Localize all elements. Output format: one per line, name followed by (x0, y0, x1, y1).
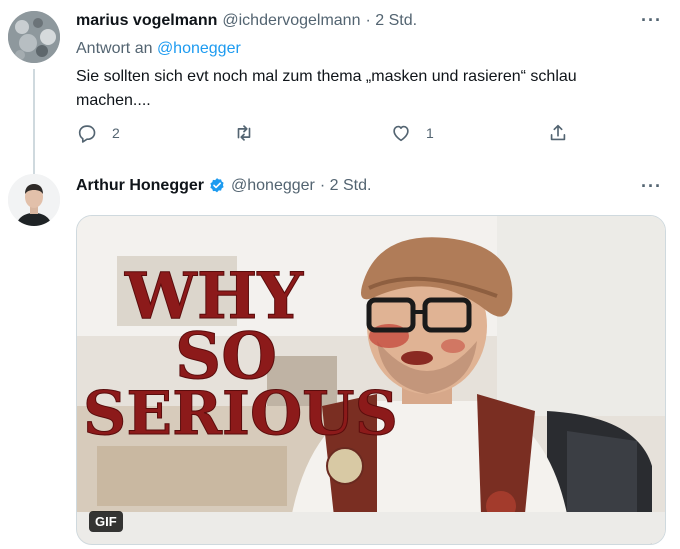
thread-connector-line (33, 69, 35, 175)
reply-count: 2 (112, 125, 120, 141)
replying-to-label: Antwort an (76, 40, 157, 57)
tweet-text: Sie sollten sich evt noch mal zum thema … (76, 68, 577, 109)
avatar-image (8, 174, 60, 226)
mention-link[interactable]: @honegger (157, 40, 241, 57)
avatar-image (8, 11, 60, 63)
retweet-button[interactable] (233, 122, 269, 144)
more-options-icon[interactable]: ··· (641, 176, 662, 197)
like-button[interactable]: 1 (390, 122, 434, 144)
reply-button[interactable]: 2 (76, 122, 120, 144)
like-count: 1 (426, 125, 434, 141)
display-name[interactable]: Arthur Honegger (76, 177, 204, 195)
more-options-icon[interactable]: ··· (641, 10, 662, 31)
heart-icon (393, 125, 409, 142)
timestamp[interactable]: · 2 Std. (320, 177, 372, 195)
user-handle[interactable]: @honegger (231, 177, 315, 195)
retweet-icon (237, 125, 251, 141)
gif-badge: GIF (89, 511, 123, 532)
replying-to-line: Antwort an @honegger (76, 40, 241, 58)
tweet-action-bar: 2 1 (76, 122, 596, 146)
timestamp[interactable]: · 2 Std. (365, 12, 417, 30)
avatar-marius[interactable] (8, 11, 60, 63)
gif-frame: WHY SO SERIOUS (77, 216, 665, 544)
display-name[interactable]: marius vogelmann (76, 12, 217, 30)
verified-badge-icon (210, 178, 224, 193)
user-handle[interactable]: @ichdervogelmann (222, 12, 360, 30)
avatar-arthur[interactable] (8, 174, 60, 226)
reply-tweet-header: marius vogelmann @ichdervogelmann · 2 St… (76, 12, 417, 30)
share-button[interactable] (547, 122, 569, 144)
gif-caption-line-3: SERIOUS (83, 379, 398, 449)
gif-media[interactable]: WHY SO SERIOUS GIF (76, 215, 666, 545)
main-tweet-header: Arthur Honegger @honegger · 2 Std. (76, 177, 371, 195)
reply-icon (78, 125, 96, 143)
share-icon (550, 124, 566, 141)
